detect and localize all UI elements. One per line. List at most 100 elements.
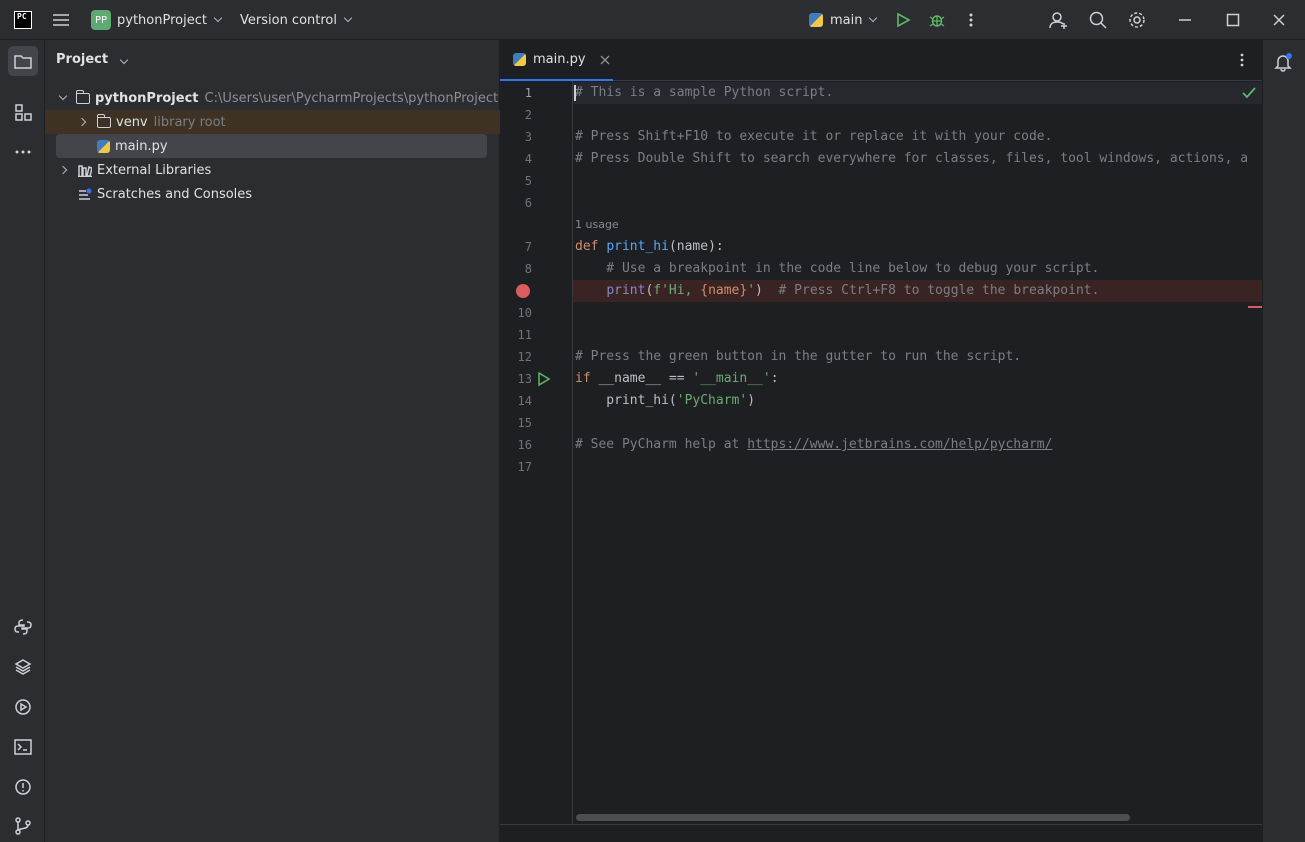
code-string: '__main__' (692, 371, 771, 386)
services-icon (15, 699, 31, 715)
line-number: 4 (524, 152, 532, 166)
code-line-4: # Press Double Shift to search everywher… (575, 148, 1248, 170)
code-keyword: if (575, 371, 591, 386)
right-tool-strip (1262, 40, 1305, 842)
notifications-button[interactable] (1274, 52, 1294, 76)
horizontal-scrollbar[interactable] (576, 814, 1130, 821)
git-tool-button[interactable] (8, 811, 38, 841)
code-line-7: def print_hi(name): (575, 236, 724, 258)
run-icon (897, 12, 911, 28)
close-window-button[interactable] (1272, 0, 1286, 40)
code-string: 'PyCharm' (676, 393, 748, 408)
tree-item-path: C:\Users\user\PycharmProjects\pythonProj… (204, 90, 499, 106)
terminal-icon (14, 739, 32, 755)
project-panel-title: Project (56, 52, 109, 67)
project-tool-button[interactable] (8, 46, 38, 76)
tab-main-py[interactable]: main.py (500, 40, 613, 81)
text-cursor (574, 85, 576, 101)
code-comment: # Use a breakpoint in the code line belo… (575, 261, 1100, 276)
bell-icon (1274, 53, 1292, 72)
structure-tool-button[interactable] (8, 97, 38, 127)
hamburger-menu-icon (53, 14, 69, 26)
run-icon (538, 371, 551, 387)
python-packages-layers-button[interactable] (8, 652, 38, 682)
more-actions-button[interactable] (963, 0, 979, 40)
line-number: 7 (524, 240, 532, 254)
tab-options-button[interactable] (1236, 52, 1248, 72)
maximize-window-button[interactable] (1226, 0, 1240, 40)
project-selector[interactable]: PP pythonProject (91, 0, 223, 40)
gear-icon (1129, 12, 1145, 28)
line-number: 2 (524, 108, 532, 122)
title-bar: PC PP pythonProject Version control main (0, 0, 1305, 40)
more-vertical-icon (969, 13, 973, 27)
tree-item-python-project[interactable]: pythonProject C:\Users\user\PycharmProje… (45, 86, 500, 110)
code-editor[interactable]: 1 2 3 4 5 6 7 8 10 11 12 13 14 15 16 17 … (500, 81, 1262, 824)
code-line-14: print_hi('PyCharm') (575, 390, 755, 412)
project-tool-window: Project pythonProject C:\Users\user\Pych… (45, 40, 500, 842)
tree-item-label: External Libraries (97, 162, 212, 178)
problems-tool-button[interactable] (8, 772, 38, 802)
app-logo: PC (14, 0, 32, 40)
python-file-icon (97, 139, 110, 153)
version-control-menu[interactable]: Version control (240, 0, 353, 40)
code-fstring-expr: {name} (700, 283, 748, 298)
version-control-label: Version control (240, 12, 337, 28)
gutter-run-button[interactable] (537, 371, 551, 390)
tree-item-label: venv (116, 114, 148, 130)
library-icon (78, 164, 92, 177)
code-comment: # See PyCharm help at (575, 437, 748, 452)
code-comment: # Press Shift+F10 to execute it or repla… (575, 129, 1053, 144)
main-menu-button[interactable] (52, 0, 70, 40)
services-tool-button[interactable] (8, 692, 38, 722)
checkmark-icon (1242, 87, 1256, 99)
problems-icon (15, 779, 31, 795)
project-panel-header[interactable]: Project (56, 52, 128, 67)
code-keyword: def (575, 239, 599, 254)
debug-button[interactable] (929, 0, 945, 40)
minimize-window-button[interactable] (1178, 0, 1192, 40)
more-tools-button[interactable] (8, 137, 38, 167)
chevron-down-icon (119, 55, 128, 65)
minimize-icon (1179, 19, 1191, 21)
run-config-selector[interactable]: main (809, 0, 878, 40)
line-number: 6 (524, 196, 532, 210)
tree-item-main-py[interactable]: main.py (56, 134, 487, 158)
python-console-icon (14, 619, 32, 635)
line-number: 10 (517, 306, 532, 320)
expand-arrow-icon (77, 117, 87, 127)
help-link[interactable]: https://www.jetbrains.com/help/pycharm/ (747, 437, 1052, 452)
code-string: f'Hi, (653, 283, 701, 298)
line-number: 3 (524, 130, 532, 144)
settings-button[interactable] (1128, 0, 1146, 40)
code-comment: # This is a sample Python script. (575, 85, 834, 100)
line-number: 17 (517, 460, 532, 474)
tree-item-external-libraries[interactable]: External Libraries (45, 158, 500, 182)
scratches-icon (79, 188, 92, 200)
usage-hint[interactable]: 1 usage (575, 218, 619, 231)
tree-item-scratches[interactable]: Scratches and Consoles (45, 182, 500, 206)
no-problems-indicator[interactable] (1242, 87, 1256, 103)
code-string: ' (747, 283, 756, 298)
code-text: : (770, 371, 779, 386)
folder-icon (75, 89, 90, 104)
git-branch-icon (15, 817, 31, 835)
tree-item-venv[interactable]: venv library root (45, 110, 500, 134)
terminal-tool-button[interactable] (8, 732, 38, 762)
search-everywhere-button[interactable] (1089, 0, 1107, 40)
maximize-icon (1226, 13, 1240, 27)
breakpoint-icon[interactable] (516, 284, 530, 298)
code-builtin: print (606, 283, 646, 298)
close-tab-icon[interactable] (600, 55, 610, 65)
code-with-me-button[interactable] (1049, 0, 1069, 40)
code-line-8: # Use a breakpoint in the code line belo… (575, 258, 1099, 280)
line-number: 8 (524, 262, 532, 276)
line-number: 16 (517, 438, 532, 452)
search-icon (1089, 11, 1107, 29)
python-packages-button[interactable] (8, 612, 38, 642)
error-stripe-marker[interactable] (1248, 306, 1262, 308)
code-line-13: if __name__ == '__main__': (575, 368, 779, 390)
editor-gutter[interactable]: 1 2 3 4 5 6 7 8 10 11 12 13 14 15 16 17 (500, 81, 573, 824)
run-button[interactable] (895, 0, 911, 40)
python-file-icon (513, 53, 526, 66)
